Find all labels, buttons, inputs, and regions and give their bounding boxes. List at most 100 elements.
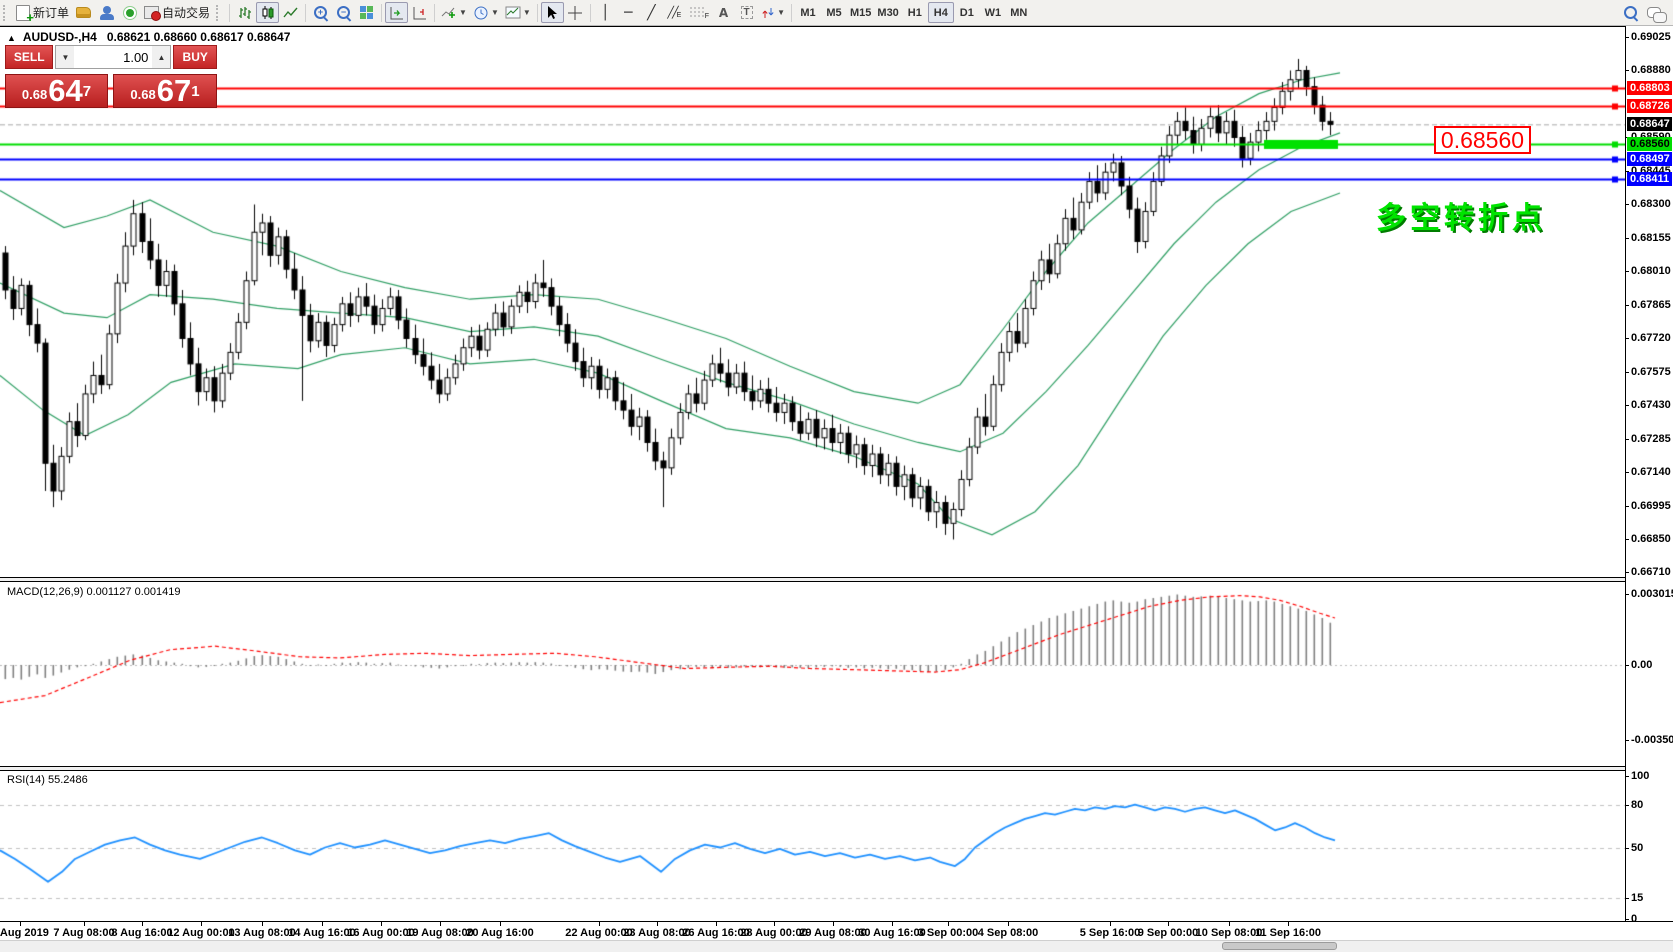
zoom-out-icon: − bbox=[337, 6, 350, 19]
rsi-scale-label: 80 bbox=[1631, 799, 1643, 811]
chat-button[interactable] bbox=[1642, 2, 1665, 23]
price-tick-mark bbox=[1625, 37, 1629, 38]
price-tick-label: 0.68010 bbox=[1631, 265, 1671, 277]
macd-tick-mark bbox=[1625, 665, 1629, 666]
toolbar-separator bbox=[590, 4, 591, 22]
price-level-badge: 0.68411 bbox=[1627, 172, 1672, 186]
text-tool[interactable]: A bbox=[712, 2, 735, 23]
channel-tool[interactable]: ╱╱E bbox=[663, 2, 686, 23]
line-chart-button[interactable] bbox=[279, 2, 302, 23]
text-label-tool[interactable]: T bbox=[735, 2, 758, 23]
buy-button[interactable]: BUY bbox=[173, 45, 217, 69]
toolbar-separator bbox=[791, 4, 792, 22]
chart-shift-button[interactable] bbox=[408, 2, 431, 23]
timeframe-button-m5[interactable]: M5 bbox=[821, 2, 847, 23]
autotrading-button[interactable]: 自动交易 bbox=[141, 2, 213, 23]
fibonacci-tool[interactable]: F bbox=[686, 2, 712, 23]
price-tick-label: 0.67285 bbox=[1631, 433, 1671, 445]
timeframe-button-m30[interactable]: M30 bbox=[874, 2, 901, 23]
price-tick-label: 0.68300 bbox=[1631, 198, 1671, 210]
timeframe-button-w1[interactable]: W1 bbox=[980, 2, 1006, 23]
macd-pane-canvas[interactable] bbox=[0, 582, 1625, 766]
collapse-icon[interactable]: ▲ bbox=[7, 33, 16, 43]
time-tick-mark bbox=[892, 922, 893, 926]
main-toolbar: 新订单 自动交易 + − bbox=[0, 0, 1673, 26]
time-tick-mark bbox=[142, 922, 143, 926]
horizontal-line-tool[interactable]: ─ bbox=[617, 2, 640, 23]
timeframe-button-mn[interactable]: MN bbox=[1006, 2, 1032, 23]
ohlc-values: 0.68621 0.68660 0.68617 0.68647 bbox=[107, 30, 291, 44]
cursor-button[interactable] bbox=[541, 2, 564, 23]
arrows-tool[interactable]: ▼ bbox=[758, 2, 788, 23]
new-order-label: 新订单 bbox=[33, 4, 69, 21]
time-tick-mark bbox=[1008, 922, 1009, 926]
signals-button[interactable] bbox=[118, 2, 141, 23]
periods-button[interactable]: ▼ bbox=[470, 2, 502, 23]
zoom-in-button[interactable]: + bbox=[309, 2, 332, 23]
crosshair-button[interactable] bbox=[564, 2, 587, 23]
rsi-tick-mark bbox=[1625, 805, 1629, 806]
horizontal-scrollbar-thumb[interactable] bbox=[1222, 942, 1337, 950]
search-button[interactable] bbox=[1619, 2, 1642, 23]
vertical-line-tool[interactable]: │ bbox=[594, 2, 617, 23]
volume-input[interactable] bbox=[74, 46, 152, 68]
buy-price-quote[interactable]: 0.68 67 1 bbox=[113, 74, 217, 108]
horizontal-line-icon: ─ bbox=[624, 6, 632, 20]
autotrading-label: 自动交易 bbox=[162, 4, 210, 21]
macd-tick-mark bbox=[1625, 740, 1629, 741]
time-tick-mark bbox=[20, 922, 21, 926]
time-tick-mark bbox=[201, 922, 202, 926]
rsi-indicator-label: RSI(14) 55.2486 bbox=[7, 774, 88, 786]
sell-button[interactable]: SELL bbox=[5, 45, 53, 69]
main-chart-canvas[interactable] bbox=[0, 26, 1625, 578]
toolbar-separator bbox=[434, 4, 435, 22]
sell-price-quote[interactable]: 0.68 64 7 bbox=[5, 74, 108, 108]
rsi-pane-canvas[interactable] bbox=[0, 771, 1625, 921]
buy-price-prefix: 0.68 bbox=[130, 85, 155, 105]
price-axis[interactable]: 0.690250.688800.685900.684450.683000.681… bbox=[1626, 26, 1673, 921]
volume-increase-button[interactable]: ▲ bbox=[152, 46, 170, 68]
price-tick-label: 0.66850 bbox=[1631, 533, 1671, 545]
candlestick-chart-button[interactable] bbox=[256, 2, 279, 23]
time-tick-label: 7 Aug 08:00 bbox=[53, 927, 114, 939]
market-watch-button[interactable] bbox=[72, 2, 95, 23]
time-tick-mark bbox=[716, 922, 717, 926]
price-tick-label: 0.66995 bbox=[1631, 500, 1671, 512]
timeframe-button-h1[interactable]: H1 bbox=[902, 2, 928, 23]
zoom-in-icon: + bbox=[314, 6, 327, 19]
timeframe-bar: M1M5M15M30H1H4D1W1MN bbox=[795, 2, 1032, 23]
rsi-tick-mark bbox=[1625, 898, 1629, 899]
timeframe-button-h4[interactable]: H4 bbox=[928, 2, 954, 23]
time-tick-mark bbox=[657, 922, 658, 926]
zoom-out-button[interactable]: − bbox=[332, 2, 355, 23]
candlestick-icon bbox=[260, 5, 276, 21]
tile-windows-button[interactable] bbox=[355, 2, 378, 23]
templates-button[interactable]: ▼ bbox=[502, 2, 534, 23]
horizontal-scrollbar-track[interactable] bbox=[0, 940, 1673, 952]
macd-tick-mark bbox=[1625, 594, 1629, 595]
price-tick-mark bbox=[1625, 572, 1629, 573]
time-tick-mark bbox=[322, 922, 323, 926]
chart-title: ▲ AUDUSD-,H4 0.68621 0.68660 0.68617 0.6… bbox=[7, 30, 290, 44]
trendline-tool[interactable]: ╱ bbox=[640, 2, 663, 23]
time-tick-label: 30 Aug 16:00 bbox=[858, 927, 925, 939]
fibonacci-icon bbox=[689, 5, 705, 21]
bar-chart-button[interactable] bbox=[233, 2, 256, 23]
time-tick-label: 9 Sep 00:00 bbox=[1138, 927, 1199, 939]
time-tick-mark bbox=[1110, 922, 1111, 926]
community-button[interactable] bbox=[95, 2, 118, 23]
time-tick-mark bbox=[500, 922, 501, 926]
indicators-button[interactable]: ▼ bbox=[438, 2, 470, 23]
new-order-button[interactable]: 新订单 bbox=[13, 2, 72, 23]
auto-scroll-button[interactable] bbox=[385, 2, 408, 23]
time-tick-label: 3 Sep 00:00 bbox=[918, 927, 979, 939]
macd-scale-label: 0.003015 bbox=[1631, 588, 1673, 600]
rsi-tick-mark bbox=[1625, 848, 1629, 849]
timeframe-button-d1[interactable]: D1 bbox=[954, 2, 980, 23]
time-axis[interactable]: 6 Aug 20197 Aug 08:008 Aug 16:0012 Aug 0… bbox=[0, 922, 1673, 940]
timeframe-button-m1[interactable]: M1 bbox=[795, 2, 821, 23]
time-tick-label: 19 Aug 08:00 bbox=[406, 927, 473, 939]
volume-decrease-button[interactable]: ▼ bbox=[56, 46, 74, 68]
one-click-trading-panel: SELL ▼ ▲ BUY 0.68 64 7 0.68 67 1 bbox=[5, 45, 217, 108]
timeframe-button-m15[interactable]: M15 bbox=[847, 2, 874, 23]
